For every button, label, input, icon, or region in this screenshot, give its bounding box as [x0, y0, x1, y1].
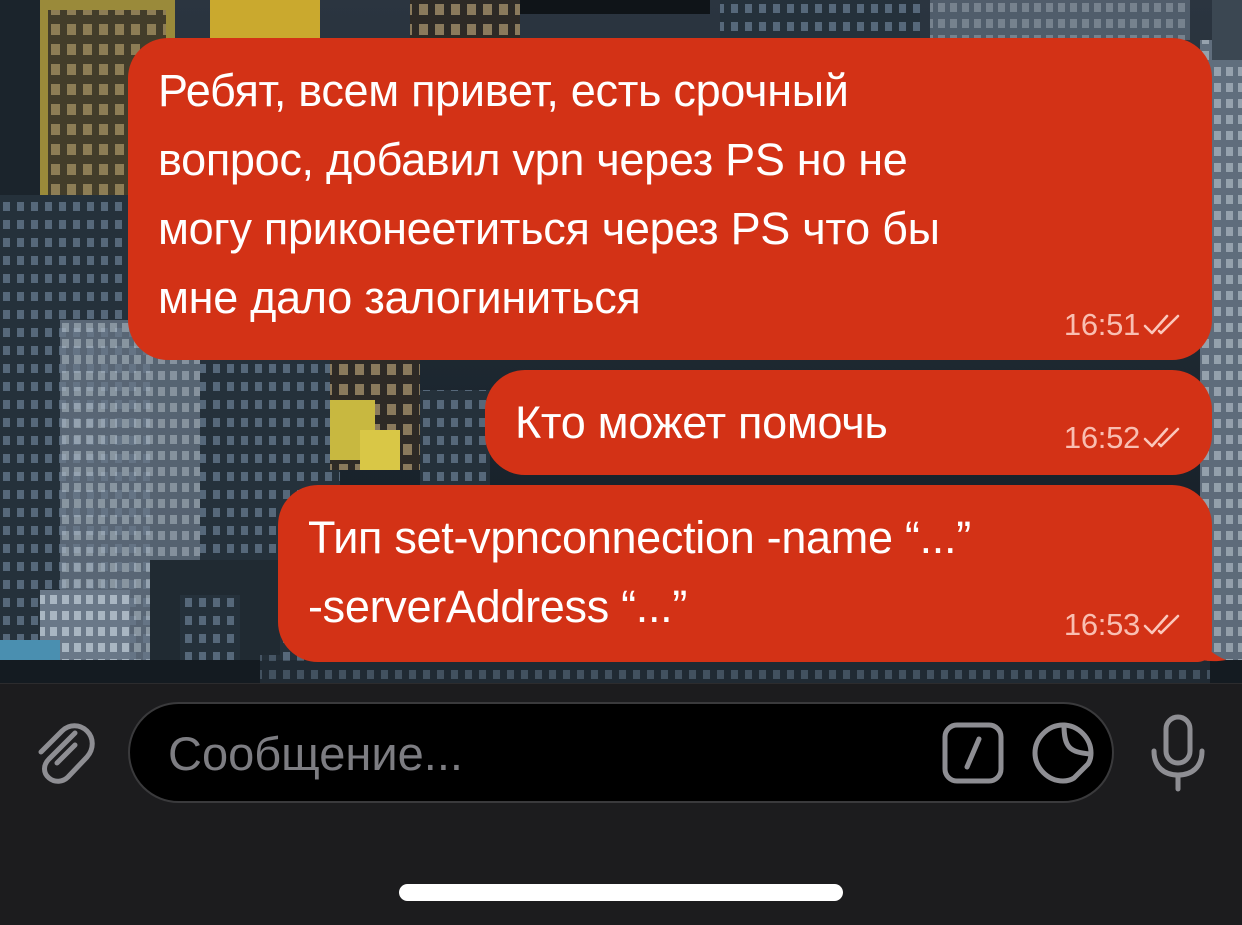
message-meta: 16:51 [1064, 309, 1182, 340]
home-indicator [399, 884, 843, 901]
message-text: Ребят, всем привет, есть срочный вопрос,… [158, 65, 940, 323]
double-check-icon [1143, 614, 1180, 634]
message-meta: 16:52 [1064, 422, 1182, 453]
outgoing-message-bubble[interactable]: Ребят, всем привет, есть срочный вопрос,… [128, 38, 1212, 360]
attach-button[interactable] [28, 712, 98, 790]
message-time: 16:51 [1063, 307, 1140, 342]
microphone-icon [1151, 714, 1205, 792]
paperclip-icon [38, 723, 95, 784]
outgoing-message-bubble[interactable]: Тип set-vpnconnection -name “...” -serve… [278, 485, 1212, 662]
message-text: Тип set-vpnconnection -name “...” -serve… [308, 512, 971, 632]
message-time: 16:53 [1063, 607, 1140, 642]
message-time: 16:52 [1063, 420, 1140, 455]
sticker-icon[interactable] [1030, 720, 1096, 786]
message-input[interactable] [168, 722, 928, 784]
chat-screen: Ребят, всем привет, есть срочный вопрос,… [0, 0, 1242, 925]
bubble-tail [1180, 610, 1226, 662]
message-meta: 16:53 [1064, 609, 1182, 640]
double-check-icon [1143, 314, 1180, 334]
slash-command-icon[interactable] [942, 722, 1004, 784]
microphone-button[interactable] [1140, 710, 1216, 796]
outgoing-message-bubble[interactable]: Кто может помочь 16:52 [485, 370, 1212, 475]
message-field [128, 702, 1114, 803]
double-check-icon [1143, 427, 1180, 447]
